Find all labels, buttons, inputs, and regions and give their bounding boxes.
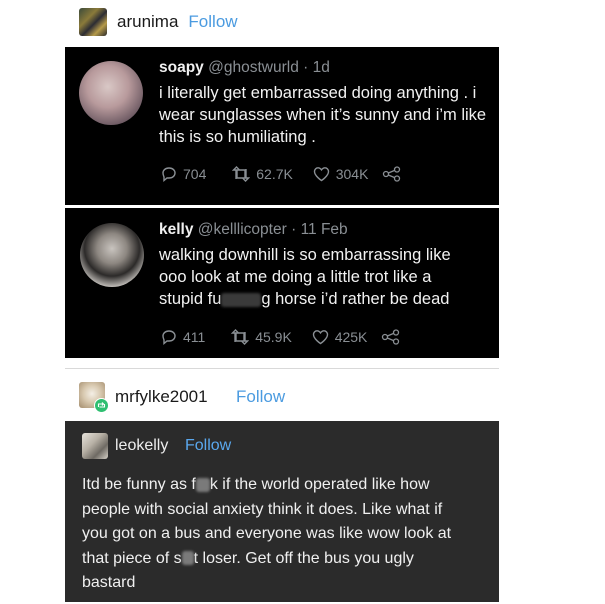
tweet-text-line: stupid fu g horse i’d rather be dead xyxy=(159,288,494,310)
like-count: 425K xyxy=(334,329,368,345)
post2-username[interactable]: mrfylke2001 xyxy=(115,387,208,407)
reblog-follow-button[interactable]: Follow xyxy=(185,437,231,455)
tweet-text-line: ooo look at me doing a little trot like … xyxy=(159,268,432,286)
tweet-display-name[interactable]: kelly xyxy=(159,221,193,238)
tweet-time[interactable]: 11 Feb xyxy=(301,221,348,238)
reblog-icon xyxy=(94,398,109,413)
reblog-text-line: people with social anxiety think it does… xyxy=(82,500,443,518)
tweet-display-name[interactable]: soapy xyxy=(159,59,204,76)
tweet-separator: · xyxy=(291,221,297,238)
reblog-text-line: that piece of s t loser. Get off the bus … xyxy=(82,547,492,572)
share-button[interactable] xyxy=(381,329,407,345)
tweet-stats: 704 62.7K 304K xyxy=(161,166,422,185)
reblog-text-part: t loser. Get off the bus you ugly xyxy=(193,549,414,567)
reblog-text-line: you got on a bus and everyone was like w… xyxy=(82,525,452,542)
retweet-button[interactable]: 45.9K xyxy=(231,329,292,345)
tweet-text-line: walking downhill is so embarrassing like xyxy=(159,246,451,264)
reblog-text-part: that piece of s xyxy=(82,549,182,567)
reply-icon xyxy=(162,167,176,182)
post1-username[interactable]: arunima xyxy=(117,12,178,32)
tweet-handle[interactable]: @ghostwurld xyxy=(208,59,299,76)
tweet-card: kelly @kelllicopter · 11 Feb walking dow… xyxy=(65,208,499,358)
reblog-text-line: bastard xyxy=(82,574,136,591)
reply-count: 411 xyxy=(183,329,206,345)
reply-button[interactable]: 411 xyxy=(161,329,205,345)
retweet-icon xyxy=(232,166,251,182)
censor-blur xyxy=(221,292,262,307)
post2-follow-button[interactable]: Follow xyxy=(236,387,285,407)
avatar[interactable] xyxy=(80,223,144,287)
like-button[interactable]: 425K xyxy=(312,329,368,345)
tweet-header: kelly @kelllicopter · 11 Feb xyxy=(159,221,348,239)
tweet-header: soapy @ghostwurld · 1d xyxy=(159,59,330,77)
reply-button[interactable]: 704 xyxy=(161,166,206,182)
avatar[interactable] xyxy=(79,8,107,36)
like-count: 304K xyxy=(335,166,369,182)
post-divider xyxy=(65,368,499,369)
reblog-text-line: Itd be funny as f k if the world operated… xyxy=(82,473,492,498)
reply-icon xyxy=(162,330,176,345)
retweet-count: 62.7K xyxy=(256,166,293,182)
censor-blur xyxy=(181,551,194,566)
reblog-text-part: Itd be funny as f xyxy=(82,476,196,493)
tweet-text: i literally get embarrassed doing anythi… xyxy=(159,84,487,146)
tweet-handle[interactable]: @kelllicopter xyxy=(198,221,287,238)
reblog-text-part: k if the world operated like how xyxy=(209,476,430,493)
avatar[interactable] xyxy=(79,61,143,125)
reblog-card: leokelly Follow Itd be funny as f k if th… xyxy=(65,421,499,602)
retweet-count: 45.9K xyxy=(255,329,292,345)
tweet-time[interactable]: 1d xyxy=(313,59,330,76)
reply-count: 704 xyxy=(183,166,207,182)
retweet-icon xyxy=(231,329,250,345)
reblog-text: Itd be funny as f k if the world operated… xyxy=(82,473,492,596)
tweet-text: walking downhill is so embarrassing like… xyxy=(159,244,494,310)
post1-header: arunima Follow xyxy=(79,7,238,37)
like-icon xyxy=(313,167,329,182)
tweet-text-part: stupid fu xyxy=(159,290,222,308)
retweet-button[interactable]: 62.7K xyxy=(232,166,293,182)
share-icon xyxy=(382,329,400,345)
reblog-username[interactable]: leokelly xyxy=(115,437,168,455)
tweet-stats: 411 45.9K 425K xyxy=(161,329,421,348)
avatar[interactable] xyxy=(82,433,108,459)
tweet-separator: · xyxy=(303,59,309,76)
like-icon xyxy=(312,330,328,345)
censor-blur xyxy=(195,477,210,492)
share-button[interactable] xyxy=(382,166,408,182)
share-icon xyxy=(383,166,401,182)
like-button[interactable]: 304K xyxy=(313,166,369,182)
tweet-card: soapy @ghostwurld · 1d i literally get e… xyxy=(65,47,499,205)
post1-follow-button[interactable]: Follow xyxy=(188,12,237,32)
tweet-text-part: g horse i’d rather be dead xyxy=(261,290,450,308)
